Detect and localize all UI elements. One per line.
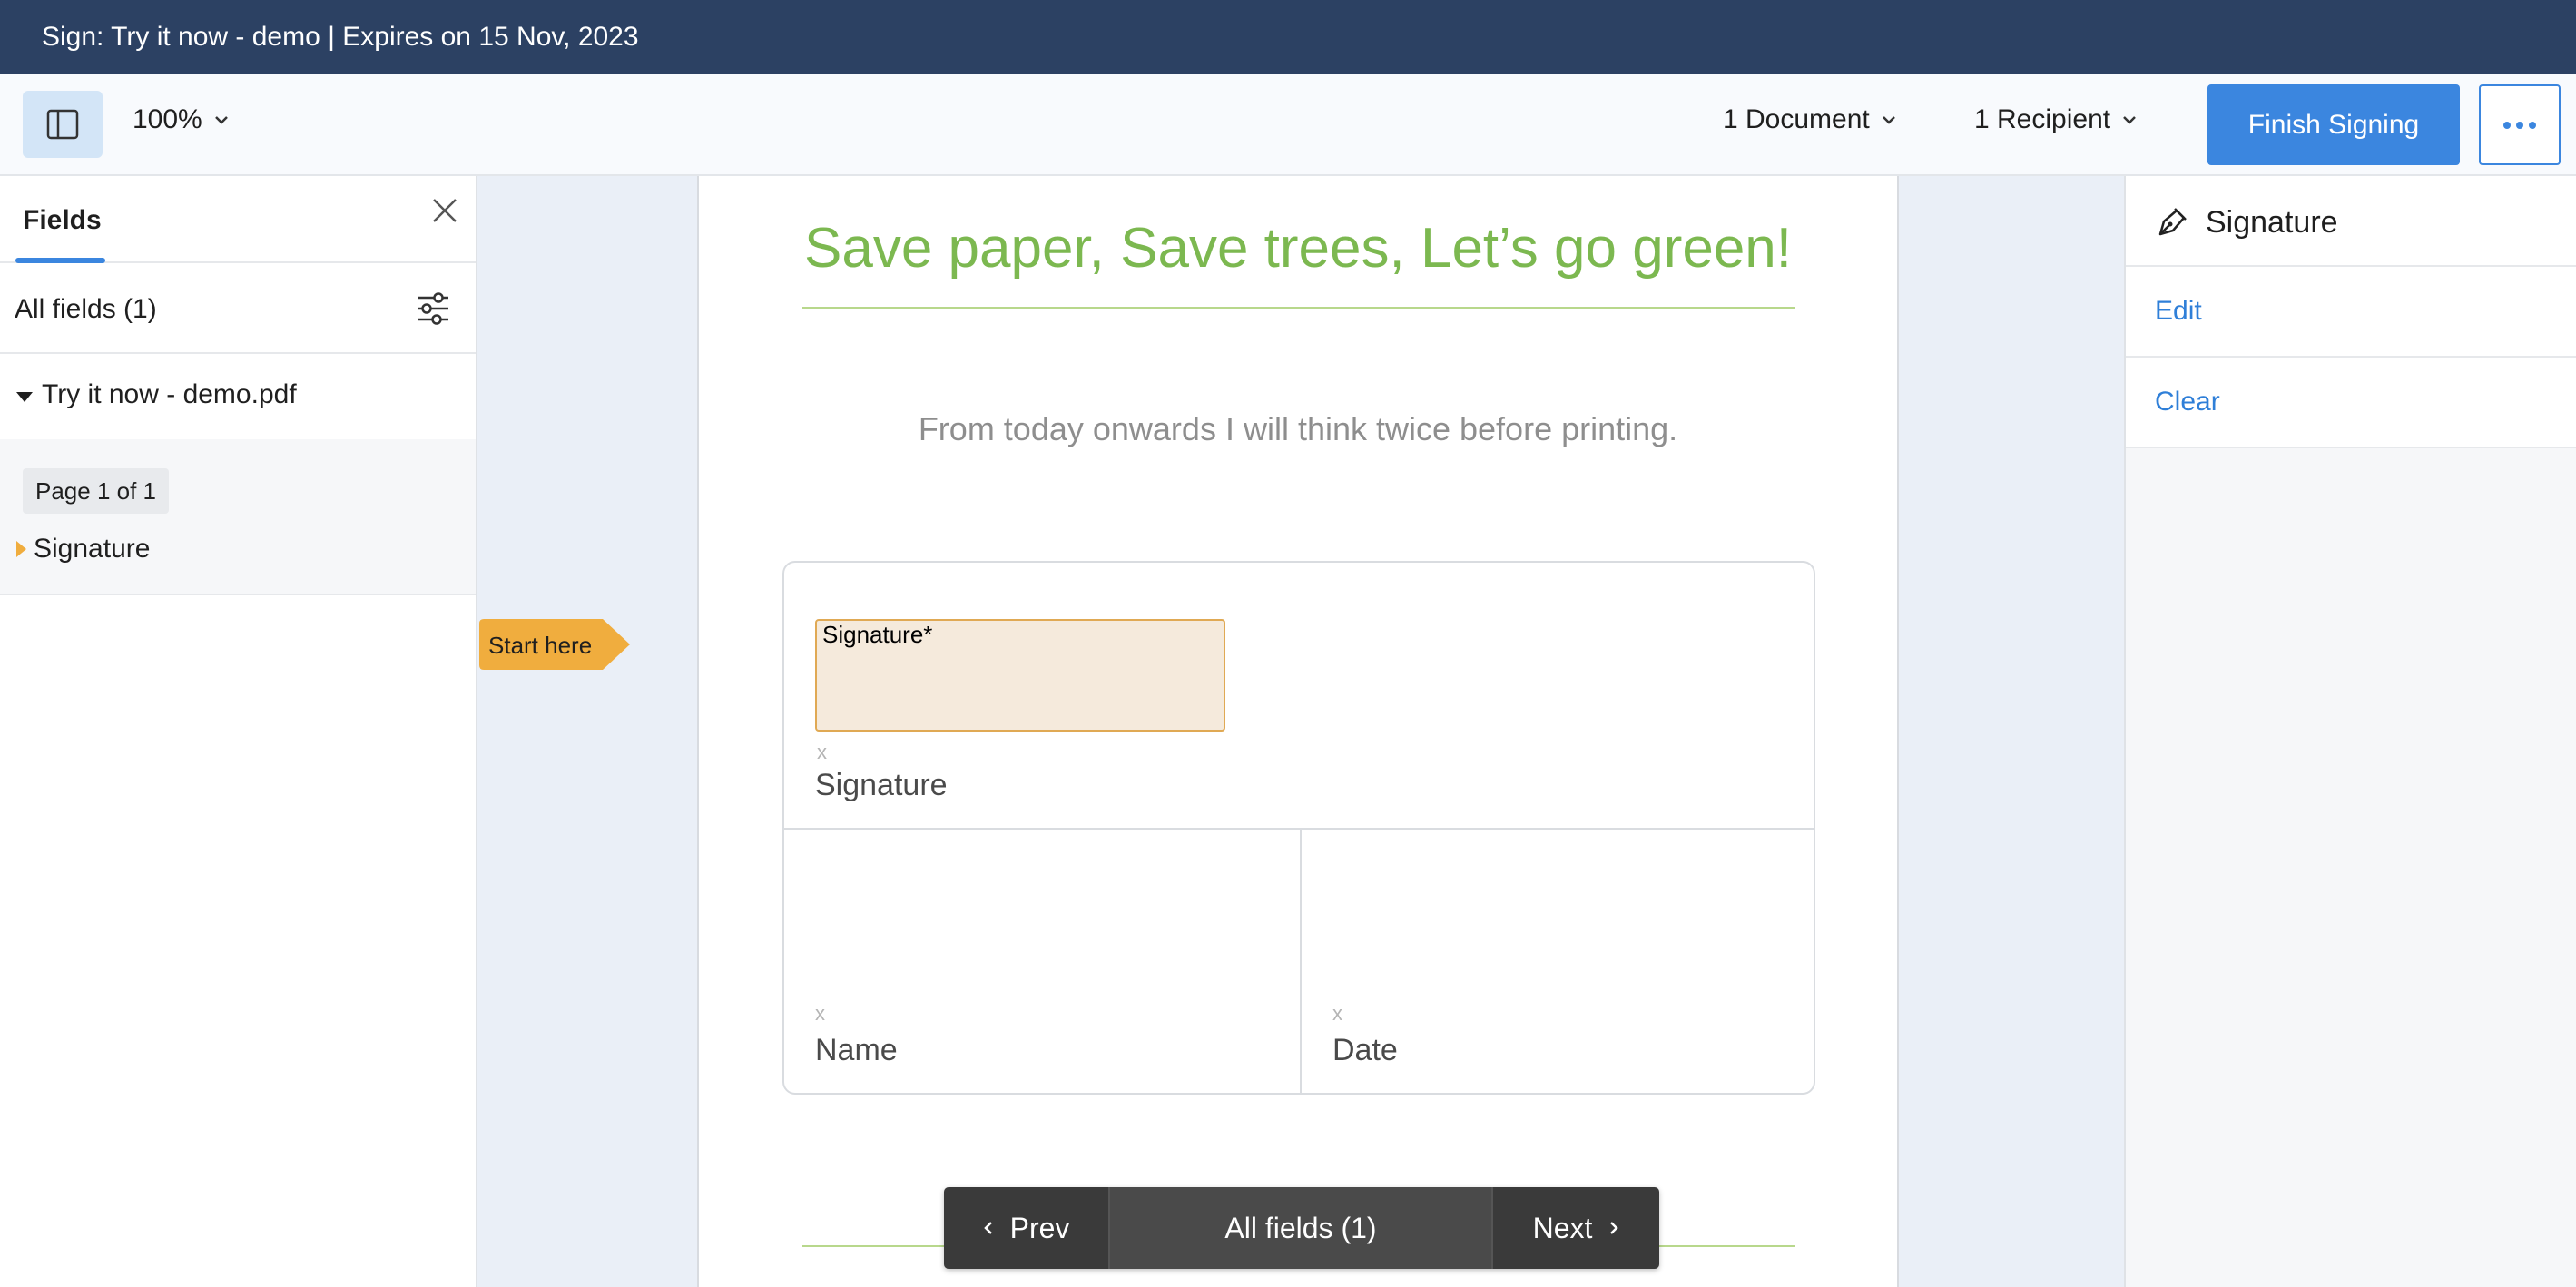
all-fields-nav-label: All fields (1) bbox=[1224, 1211, 1377, 1244]
name-caption: Name bbox=[815, 1033, 898, 1067]
close-icon[interactable] bbox=[428, 194, 461, 227]
documents-dropdown[interactable]: 1 Document bbox=[1723, 104, 1897, 135]
date-x-mark: x bbox=[1332, 1002, 1342, 1025]
page-badge: Page 1 of 1 bbox=[23, 468, 169, 514]
filter-sliders-icon[interactable] bbox=[415, 290, 451, 327]
signature-caption: Signature bbox=[815, 768, 948, 802]
chevron-down-icon bbox=[2123, 116, 2136, 124]
field-navigation-bar: Prev All fields (1) Next bbox=[944, 1187, 1659, 1269]
chevron-left-icon bbox=[983, 1222, 992, 1234]
document-tree-item[interactable]: Try it now - demo.pdf bbox=[0, 354, 476, 441]
caret-right-icon bbox=[16, 541, 26, 557]
signature-field[interactable]: Signature* bbox=[815, 619, 1225, 732]
chevron-down-icon bbox=[1882, 116, 1895, 124]
toolbar: 100% 1 Document 1 Recipient Finish Signi… bbox=[0, 74, 2576, 176]
date-caption: Date bbox=[1332, 1033, 1398, 1067]
all-fields-button[interactable]: All fields (1) bbox=[1110, 1187, 1493, 1269]
document-page: Save paper, Save trees, Let’s go green! … bbox=[697, 176, 1899, 1287]
fields-panel: Fields All fields (1) Try it now - demo.… bbox=[0, 176, 477, 1287]
chevron-right-icon bbox=[1610, 1222, 1619, 1234]
document-canvas: Save paper, Save trees, Let’s go green! … bbox=[477, 176, 2124, 1287]
divider bbox=[802, 307, 1795, 309]
signature-field-label: Signature* bbox=[822, 621, 933, 648]
documents-label: 1 Document bbox=[1723, 104, 1870, 134]
start-here-label: Start here bbox=[488, 632, 593, 659]
name-x-mark: x bbox=[815, 1002, 825, 1025]
more-options-button[interactable] bbox=[2479, 84, 2561, 165]
field-item-label: Signature bbox=[34, 534, 151, 564]
edit-row: Edit bbox=[2126, 267, 2576, 358]
field-item-signature[interactable]: Signature bbox=[16, 526, 150, 572]
signature-x-mark: x bbox=[817, 741, 827, 763]
prev-label: Prev bbox=[1009, 1211, 1070, 1244]
finish-signing-button[interactable]: Finish Signing bbox=[2207, 84, 2460, 165]
prev-button[interactable]: Prev bbox=[944, 1187, 1110, 1269]
pen-nib-icon bbox=[2158, 208, 2187, 236]
signature-panel-header: Signature bbox=[2126, 176, 2576, 267]
recipients-label: 1 Recipient bbox=[1974, 104, 2111, 134]
divider bbox=[1300, 828, 1302, 1093]
title-bar: Sign: Try it now - demo | Expires on 15 … bbox=[0, 0, 2576, 74]
all-fields-row: All fields (1) bbox=[0, 263, 476, 354]
document-name: Try it now - demo.pdf bbox=[42, 379, 297, 409]
next-label: Next bbox=[1532, 1211, 1593, 1244]
divider bbox=[784, 828, 1814, 830]
all-fields-label: All fields (1) bbox=[15, 294, 157, 324]
sidebar-panel-icon bbox=[46, 109, 79, 140]
signature-panel-title: Signature bbox=[2206, 205, 2338, 240]
next-button[interactable]: Next bbox=[1493, 1187, 1659, 1269]
page-heading: Save paper, Save trees, Let’s go green! bbox=[803, 217, 1793, 280]
sidebar-toggle-button[interactable] bbox=[23, 91, 103, 158]
caret-down-icon bbox=[16, 392, 33, 402]
page-subheading: From today onwards I will think twice be… bbox=[918, 410, 1678, 447]
more-dots-icon bbox=[2503, 121, 2536, 129]
signature-block: Signature* x Signature x Name x Date bbox=[782, 561, 1815, 1095]
fields-panel-header: Fields bbox=[0, 176, 476, 263]
zoom-dropdown[interactable]: 100% bbox=[133, 104, 230, 135]
tab-fields[interactable]: Fields bbox=[23, 205, 102, 236]
chevron-down-icon bbox=[214, 116, 228, 124]
zoom-value: 100% bbox=[133, 104, 202, 134]
page-section: Page 1 of 1 Signature bbox=[0, 439, 476, 595]
signature-properties-panel: Signature Edit Clear bbox=[2124, 176, 2576, 1287]
edit-link[interactable]: Edit bbox=[2155, 296, 2202, 327]
clear-link[interactable]: Clear bbox=[2155, 387, 2220, 418]
window-title: Sign: Try it now - demo | Expires on 15 … bbox=[42, 21, 639, 52]
recipients-dropdown[interactable]: 1 Recipient bbox=[1974, 104, 2138, 135]
clear-row: Clear bbox=[2126, 358, 2576, 448]
start-here-flag[interactable]: Start here bbox=[479, 619, 632, 670]
